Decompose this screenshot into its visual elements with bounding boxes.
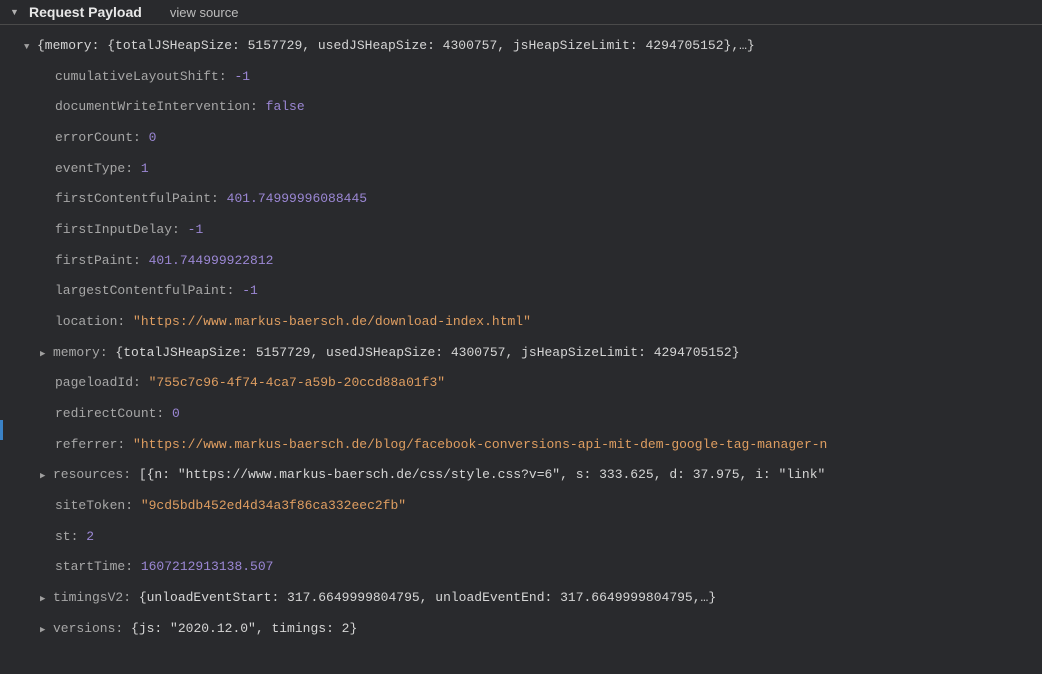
prop-location[interactable]: location: "https://www.markus-baersch.de… bbox=[10, 307, 1042, 338]
prop-versions[interactable]: versions: {js: "2020.12.0", timings: 2} bbox=[10, 614, 1042, 645]
prop-firstContentfulPaint[interactable]: firstContentfulPaint: 401.74999996088445 bbox=[10, 184, 1042, 215]
prop-referrer[interactable]: referrer: "https://www.markus-baersch.de… bbox=[10, 430, 1042, 461]
expand-icon[interactable]: ▼ bbox=[10, 7, 20, 17]
view-source-link[interactable]: view source bbox=[170, 5, 239, 20]
prop-errorCount[interactable]: errorCount: 0 bbox=[10, 123, 1042, 154]
chevron-down-icon[interactable] bbox=[24, 37, 34, 58]
left-accent-bar bbox=[0, 420, 3, 440]
prop-startTime[interactable]: startTime: 1607212913138.507 bbox=[10, 552, 1042, 583]
panel-title: ▼ Request Payload bbox=[10, 4, 142, 20]
payload-body: {memory: {totalJSHeapSize: 5157729, used… bbox=[0, 25, 1042, 650]
prop-resources[interactable]: resources: [{n: "https://www.markus-baer… bbox=[10, 460, 1042, 491]
prop-firstPaint[interactable]: firstPaint: 401.744999922812 bbox=[10, 246, 1042, 277]
prop-documentWriteIntervention[interactable]: documentWriteIntervention: false bbox=[10, 92, 1042, 123]
chevron-right-icon[interactable] bbox=[40, 344, 50, 365]
prop-largestContentfulPaint[interactable]: largestContentfulPaint: -1 bbox=[10, 276, 1042, 307]
panel-header: ▼ Request Payload view source bbox=[0, 0, 1042, 25]
chevron-right-icon[interactable] bbox=[40, 589, 50, 610]
chevron-right-icon[interactable] bbox=[40, 620, 50, 641]
root-object[interactable]: {memory: {totalJSHeapSize: 5157729, used… bbox=[10, 31, 1042, 62]
prop-redirectCount[interactable]: redirectCount: 0 bbox=[10, 399, 1042, 430]
chevron-right-icon[interactable] bbox=[40, 466, 50, 487]
panel-title-text: Request Payload bbox=[29, 4, 142, 20]
prop-memory[interactable]: memory: {totalJSHeapSize: 5157729, usedJ… bbox=[10, 338, 1042, 369]
prop-cumulativeLayoutShift[interactable]: cumulativeLayoutShift: -1 bbox=[10, 62, 1042, 93]
prop-siteToken[interactable]: siteToken: "9cd5bdb452ed4d34a3f86ca332ee… bbox=[10, 491, 1042, 522]
prop-st[interactable]: st: 2 bbox=[10, 522, 1042, 553]
prop-timingsV2[interactable]: timingsV2: {unloadEventStart: 317.664999… bbox=[10, 583, 1042, 614]
prop-firstInputDelay[interactable]: firstInputDelay: -1 bbox=[10, 215, 1042, 246]
prop-pageloadId[interactable]: pageloadId: "755c7c96-4f74-4ca7-a59b-20c… bbox=[10, 368, 1042, 399]
prop-eventType[interactable]: eventType: 1 bbox=[10, 154, 1042, 185]
